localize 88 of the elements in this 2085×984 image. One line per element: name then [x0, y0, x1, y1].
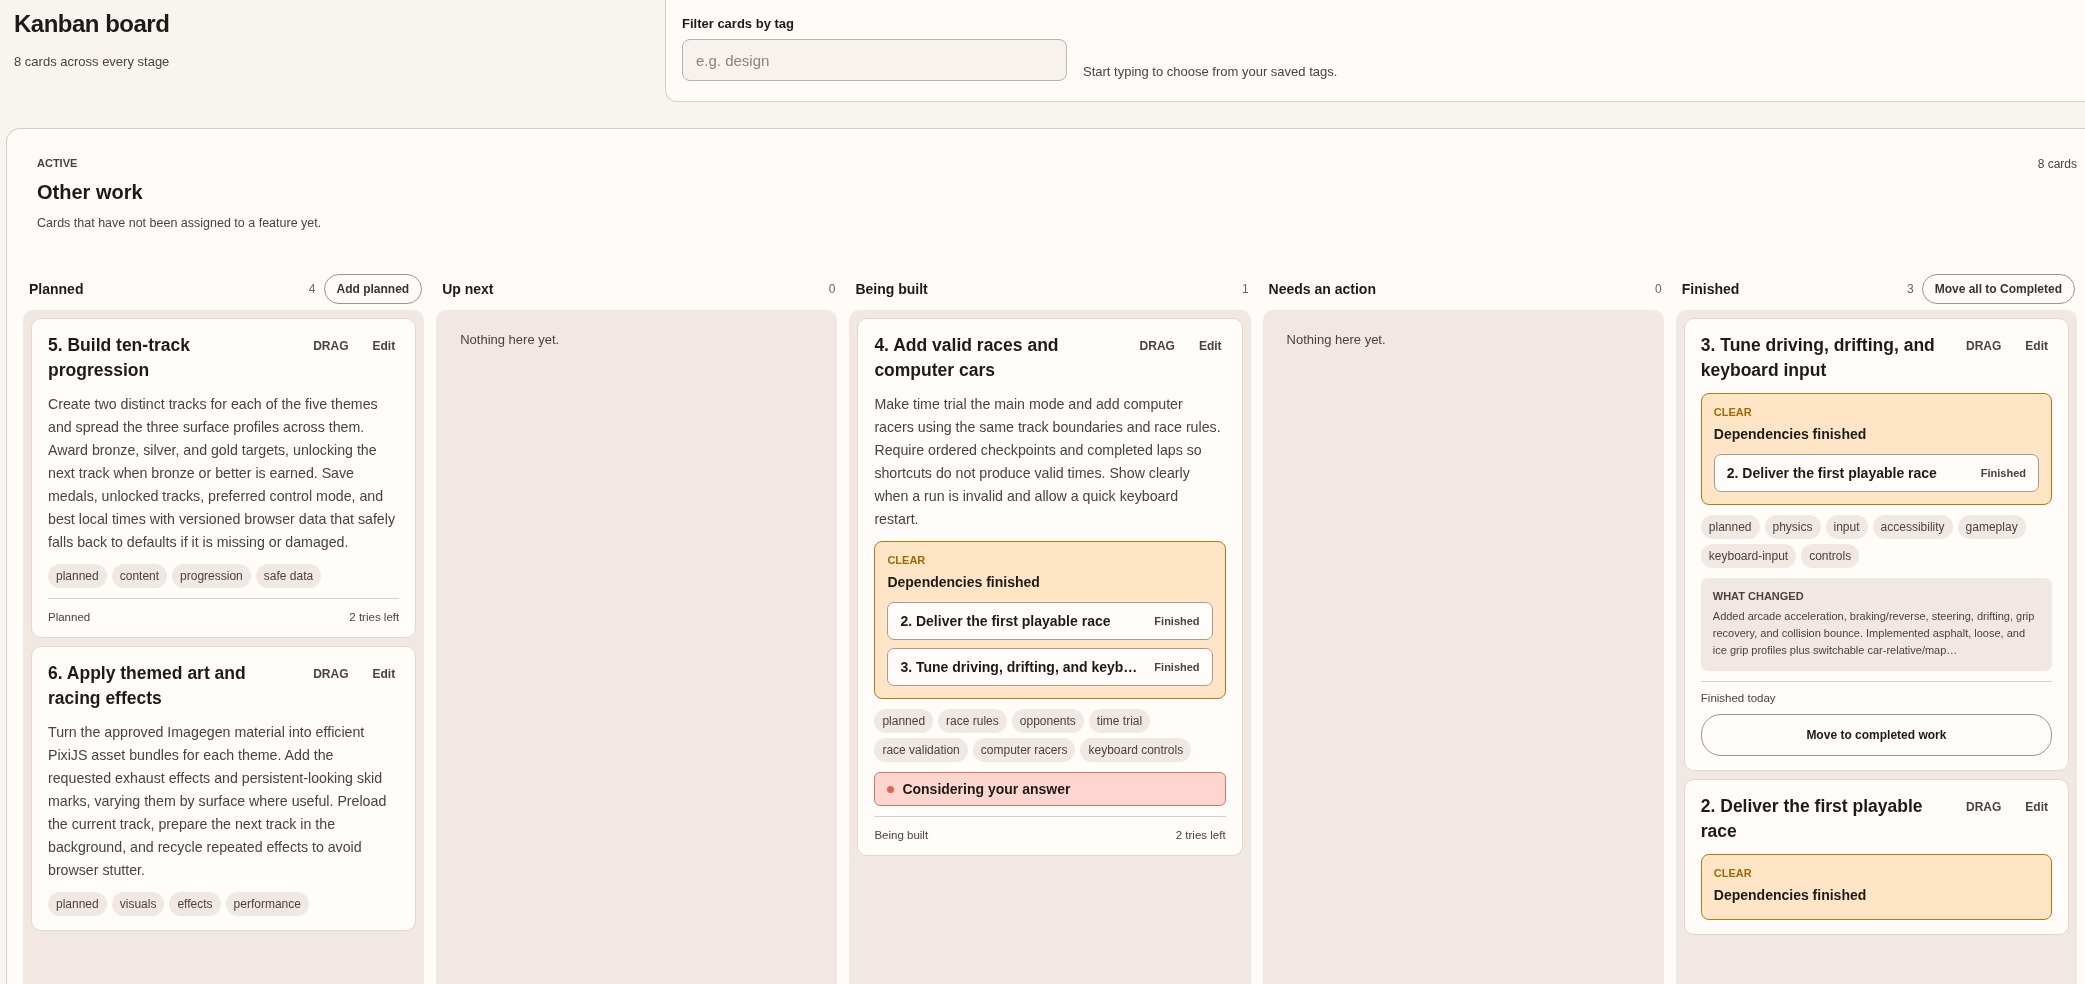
- drag-handle[interactable]: DRAG: [1135, 333, 1179, 359]
- dependency-status: CLEAR: [1713, 406, 1753, 418]
- card-count: 8 cards: [2037, 157, 2077, 173]
- tag: progression: [172, 564, 251, 588]
- dependency-status: CLEAR: [887, 554, 927, 566]
- dependency-state: Finished: [1154, 615, 1200, 627]
- dependency-item[interactable]: 2. Deliver the first playable race Finished: [887, 602, 1213, 640]
- finished-note: Finished today: [1700, 692, 1776, 704]
- tag: planned: [48, 892, 107, 916]
- column-count: 0: [828, 282, 836, 296]
- tag: visuals: [111, 892, 165, 916]
- dependencies-title: Dependencies finished: [1713, 426, 1868, 442]
- dependency-title: 3. Tune driving, drifting, and keyb…: [900, 659, 1139, 675]
- dependency-state: Finished: [1980, 467, 2026, 479]
- card-stage: Being built: [874, 829, 929, 841]
- tag: race rules: [938, 709, 1007, 733]
- column-count: 4: [308, 282, 316, 296]
- tag: content: [111, 564, 168, 588]
- tag: physics: [1764, 515, 1821, 539]
- tag: effects: [169, 892, 221, 916]
- what-changed-label: WHAT CHANGED: [1712, 590, 1805, 602]
- column-title: Being built: [855, 281, 929, 297]
- filter-hint: Start typing to choose from your saved tags.: [1083, 64, 1338, 81]
- edit-button[interactable]: Edit: [368, 661, 400, 687]
- tag: computer racers: [972, 738, 1076, 762]
- drag-handle[interactable]: DRAG: [309, 333, 353, 359]
- tag: planned: [874, 709, 934, 733]
- tag: opponents: [1011, 709, 1084, 733]
- card-title: 3. Tune driving, drifting, and keyboard input: [1700, 334, 1936, 382]
- drag-handle[interactable]: DRAG: [309, 661, 353, 687]
- column-count: 3: [1906, 282, 1914, 296]
- page-title: Kanban board: [14, 10, 171, 38]
- tag: planned: [48, 564, 107, 588]
- dependency-item[interactable]: 2. Deliver the first playable race Finished: [1713, 454, 2039, 492]
- card-title: 6. Apply themed art and racing effects: [48, 662, 247, 710]
- card-title: 2. Deliver the first playable race: [1700, 795, 1924, 843]
- column-title: Needs an action: [1268, 281, 1377, 297]
- tag: accessibility: [1872, 515, 1953, 539]
- tag-filter-field[interactable]: e.g. design: [682, 39, 1067, 81]
- edit-button[interactable]: Edit: [368, 333, 400, 359]
- card-description: Create two distinct tracks for each of the five themes and spread the three surface profiles across them. Award bronze, silver, and gold targets, unlocking the next track when bronze or better is earned. Save medals, unlocked tracks, preferred control mode, and best local times with versioned browser data that safely falls back to defaults if it is missing or damaged.: [48, 395, 396, 552]
- empty-message: Nothing here yet.: [459, 331, 561, 349]
- status-dot-icon: [887, 785, 895, 793]
- column-action-button[interactable]: Move all to Completed: [1921, 274, 2075, 304]
- tag: time trial: [1088, 709, 1151, 733]
- what-changed-text: Added arcade acceleration, braking/reverse, steering, drifting, grip recovery, and collision bounce. Implemented asphalt, loose, and ice grip profiles plus switchable car-relative/map…: [1712, 609, 2036, 658]
- column-title: Up next: [442, 281, 495, 297]
- filter-label: Filter cards by tag: [682, 16, 795, 31]
- move-to-completed-button[interactable]: Move to completed work: [1700, 714, 2052, 756]
- card-description: Turn the approved Imagegen material into efficient PixiJS asset bundles for each theme. Add the requested exhaust effects and persistent-looking skid marks, varying them by surface where useful. Preload the current track, prepare the next track in the background, and recycle repeated effects to avoid browser stutter.: [48, 723, 388, 880]
- tries-left: 2 tries left: [349, 611, 400, 623]
- card-description: Make time trial the main mode and add computer racers using the same track boundaries and race rules. Require ordered checkpoints and completed laps so shortcuts do not produce valid times. Show clearly when a run is invalid and allow a quick keyboard restart.: [874, 395, 1222, 529]
- tag: keyboard-input: [1700, 544, 1797, 568]
- alert-text: Considering your answer: [902, 781, 1071, 797]
- page-subtitle: 8 cards across every stage: [14, 54, 171, 69]
- section-title: Other work: [37, 181, 144, 204]
- column-count: 1: [1241, 282, 1249, 296]
- tries-left: 2 tries left: [1175, 829, 1226, 841]
- card-stage: Planned: [48, 611, 91, 623]
- dependency-state: Finished: [1154, 661, 1200, 673]
- edit-button[interactable]: Edit: [2021, 794, 2052, 820]
- dependency-status: CLEAR: [1713, 867, 1753, 879]
- drag-handle[interactable]: DRAG: [1962, 794, 2006, 820]
- column-count: 0: [1655, 282, 1662, 296]
- tag: planned: [1700, 515, 1760, 539]
- dependency-title: 2. Deliver the first playable race: [1726, 465, 1938, 481]
- dependency-item[interactable]: 3. Tune driving, drifting, and keyb… Finished: [887, 648, 1213, 686]
- dependency-title: 2. Deliver the first playable race: [900, 613, 1112, 629]
- tag: gameplay: [1957, 515, 2026, 539]
- tag: keyboard controls: [1080, 738, 1192, 762]
- empty-message: Nothing here yet.: [1285, 331, 1387, 349]
- drag-handle[interactable]: DRAG: [1962, 333, 2006, 359]
- column-action-button[interactable]: Add planned: [323, 274, 423, 304]
- column-title: Planned: [29, 281, 85, 297]
- tag: safe data: [255, 564, 322, 588]
- edit-button[interactable]: Edit: [1194, 333, 1226, 359]
- dependencies-title: Dependencies finished: [1713, 887, 1868, 903]
- tag: input: [1825, 515, 1868, 539]
- card-title: 4. Add valid races and computer cars: [874, 334, 1060, 382]
- section-eyebrow: ACTIVE: [37, 157, 79, 169]
- dependencies-title: Dependencies finished: [887, 574, 1041, 590]
- edit-button[interactable]: Edit: [2021, 333, 2052, 359]
- column-title: Finished: [1681, 281, 1741, 297]
- tag: performance: [225, 892, 309, 916]
- tag: race validation: [874, 738, 968, 762]
- tag: controls: [1801, 544, 1860, 568]
- card-title: 5. Build ten-track progression: [48, 334, 191, 382]
- section-description: Cards that have not been assigned to a feature yet.: [37, 216, 322, 230]
